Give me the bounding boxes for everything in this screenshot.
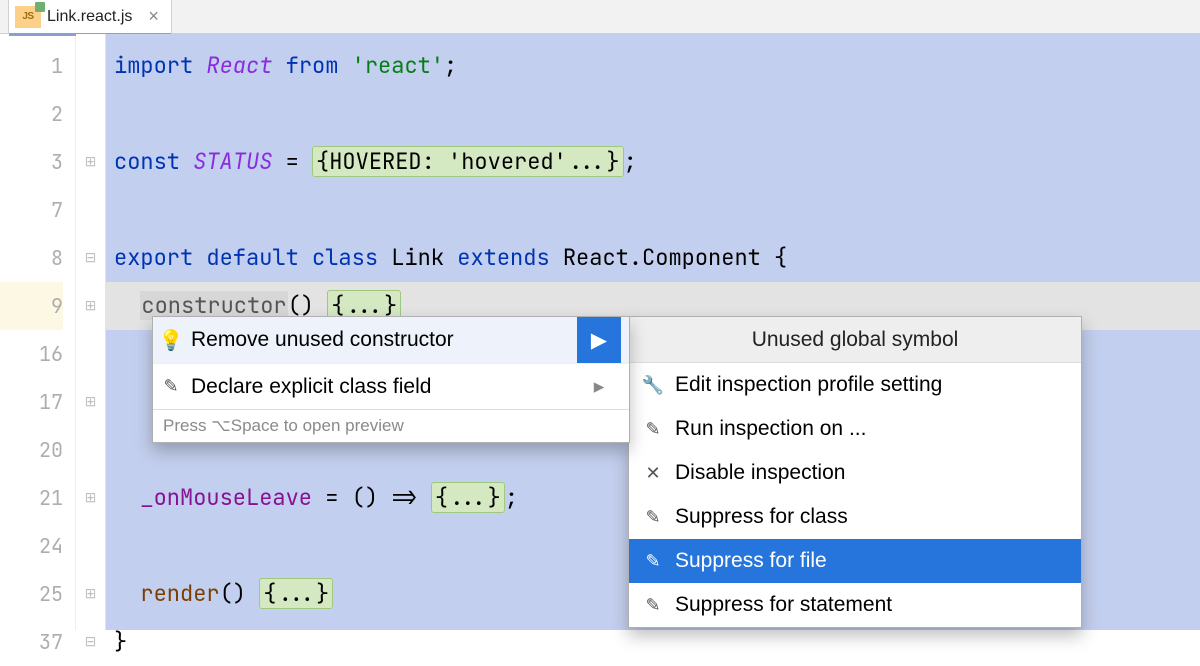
line-number: 17 — [0, 378, 63, 426]
line-number: 16 — [0, 330, 63, 378]
x-icon: ✕ — [643, 463, 663, 483]
js-file-icon: JS — [15, 6, 41, 28]
wand-icon: ✎ — [161, 377, 181, 397]
intention-item-remove-constructor[interactable]: 💡 Remove unused constructor ▶ — [153, 317, 629, 363]
close-icon[interactable]: × — [148, 6, 159, 27]
intention-actions-popup: 💡 Remove unused constructor ▶ ✎ Declare … — [152, 316, 630, 443]
intention-label: Remove unused constructor — [191, 328, 454, 352]
code-line[interactable]: export default class Link extends React.… — [106, 234, 1200, 282]
line-number: 7 — [0, 186, 63, 234]
popup-header: Unused global symbol — [629, 317, 1081, 363]
submenu-label: Suppress for class — [675, 505, 848, 529]
submenu-item-edit-profile[interactable]: 🔧 Edit inspection profile setting — [629, 363, 1081, 407]
line-number: 2 — [0, 90, 63, 138]
fold-plus-icon[interactable]: ⊞ — [76, 474, 105, 522]
fold-plus-icon[interactable]: ⊞ — [76, 570, 105, 618]
tab-filename: Link.react.js — [47, 8, 132, 26]
submenu-item-disable-inspection[interactable]: ✕ Disable inspection — [629, 451, 1081, 495]
line-number: 20 — [0, 426, 63, 474]
line-number: 25 — [0, 570, 63, 618]
intention-item-declare-field[interactable]: ✎ Declare explicit class field ▸ — [153, 363, 629, 409]
line-number: 37 — [0, 618, 63, 666]
submenu-item-suppress-file[interactable]: ✎ Suppress for file — [629, 539, 1081, 583]
submenu-label: Run inspection on ... — [675, 417, 866, 441]
line-number: 3 — [0, 138, 63, 186]
popup-hint: Press ⌥Space to open preview — [153, 409, 629, 442]
lightbulb-icon: 💡 — [161, 330, 181, 350]
tab-bar: JS Link.react.js × — [0, 0, 1200, 34]
submenu-label: Edit inspection profile setting — [675, 373, 942, 397]
submenu-label: Suppress for file — [675, 549, 827, 573]
fold-column: ⊞ ⊟ ⊞ ⊞ ⊞ ⊞ ⊟ — [76, 34, 106, 630]
fold-plus-icon[interactable]: ⊞ — [76, 138, 105, 186]
submenu-item-run-inspection[interactable]: ✎ Run inspection on ... — [629, 407, 1081, 451]
wand-icon: ✎ — [643, 551, 663, 571]
line-number: 8 — [0, 234, 63, 282]
line-number: 9 — [0, 282, 63, 330]
wand-icon: ✎ — [643, 595, 663, 615]
gutter: 1 2 3 7 8 9 16 17 20 21 24 25 37 — [0, 34, 76, 630]
fold-plus-icon[interactable]: ⊞ — [76, 282, 105, 330]
fold-minus-icon[interactable]: ⊟ — [76, 234, 105, 282]
line-number: 21 — [0, 474, 63, 522]
file-tab[interactable]: JS Link.react.js × — [8, 0, 172, 33]
intention-label: Declare explicit class field — [191, 375, 431, 399]
submenu-label: Suppress for statement — [675, 593, 892, 617]
submenu-arrow-icon: ▶ — [577, 317, 621, 363]
code-line[interactable]: const STATUS = {HOVERED: 'hovered'...}; — [106, 138, 1200, 186]
code-line[interactable]: import React from 'react'; — [106, 42, 1200, 90]
submenu-item-suppress-class[interactable]: ✎ Suppress for class — [629, 495, 1081, 539]
submenu-label: Disable inspection — [675, 461, 845, 485]
code-line[interactable] — [106, 186, 1200, 234]
wand-icon: ✎ — [643, 419, 663, 439]
code-line[interactable] — [106, 90, 1200, 138]
fold-plus-icon[interactable]: ⊞ — [76, 378, 105, 426]
inspection-submenu-popup: Unused global symbol 🔧 Edit inspection p… — [628, 316, 1082, 628]
line-number: 1 — [0, 42, 63, 90]
wrench-icon: 🔧 — [643, 375, 663, 395]
submenu-item-suppress-statement[interactable]: ✎ Suppress for statement — [629, 583, 1081, 627]
line-number: 24 — [0, 522, 63, 570]
wand-icon: ✎ — [643, 507, 663, 527]
fold-end-icon[interactable]: ⊟ — [76, 618, 105, 666]
submenu-arrow-icon: ▸ — [577, 364, 621, 410]
